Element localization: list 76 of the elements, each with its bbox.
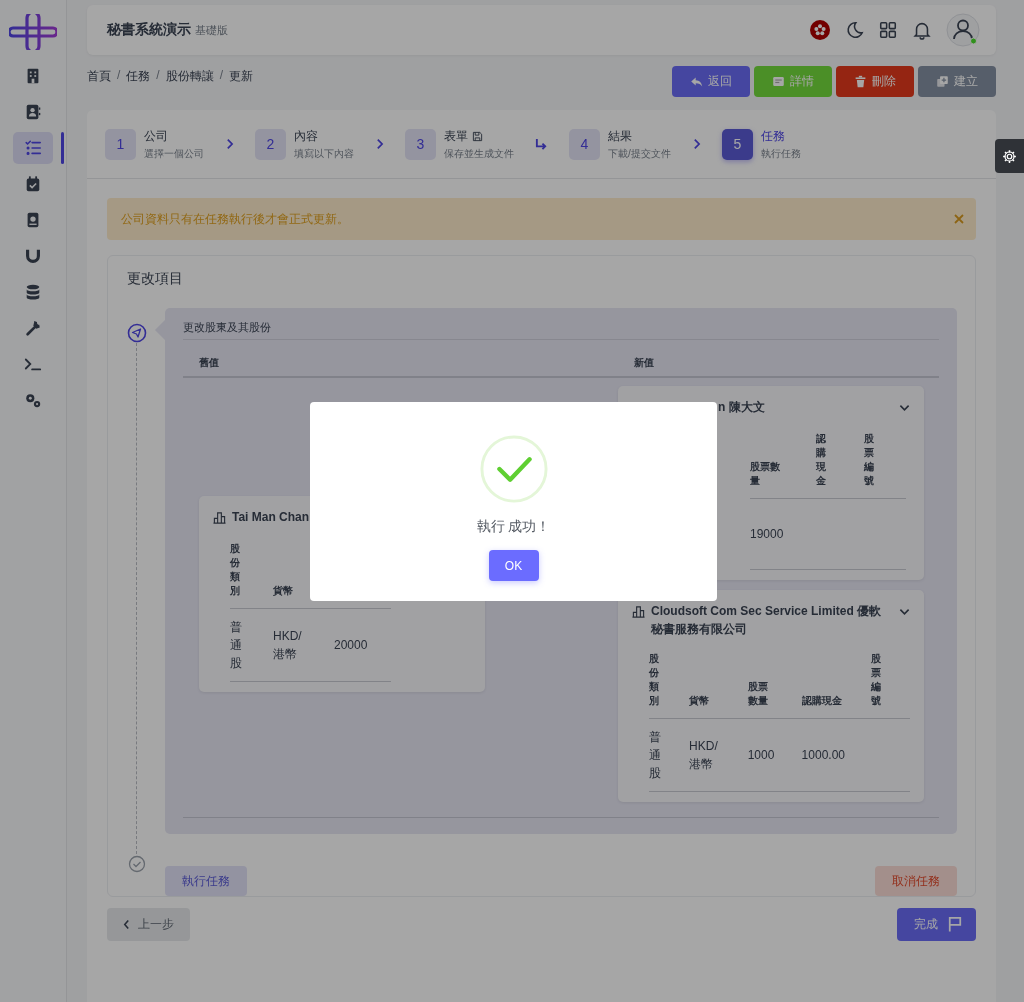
table-cell-text: HKD/港幣 bbox=[273, 628, 303, 663]
wizard-step[interactable]: 2 內容 填寫以下內容 bbox=[255, 127, 354, 161]
card-title: 更改項目 bbox=[126, 270, 184, 288]
alert-message: 公司資料只有在任務執行後才會正式更新。 bbox=[121, 210, 350, 228]
finish-button[interactable]: 完成 bbox=[897, 908, 976, 941]
magnet-icon bbox=[24, 247, 42, 265]
breadcrumb-separator: / bbox=[219, 68, 224, 84]
table-cell-text: 普通股 bbox=[230, 619, 243, 672]
breadcrumb-link[interactable]: 任務 bbox=[126, 68, 151, 85]
table-header: 貨幣 bbox=[689, 694, 711, 708]
wizard-step[interactable]: 5 任務 執行任務 bbox=[721, 127, 801, 161]
change-title: 更改股東及其股份 bbox=[183, 320, 939, 340]
shareholder-name: Cloudsoft Com Sec Service Limited 優軟秘書服務有限公司 bbox=[651, 603, 883, 638]
column-header: 舊值 bbox=[199, 356, 220, 370]
column-header: 新值 bbox=[634, 356, 655, 370]
settings-icon bbox=[1002, 148, 1017, 164]
table-cell-text: HKD/港幣 bbox=[689, 738, 719, 773]
trash-icon bbox=[854, 75, 867, 88]
action-button[interactable]: 建立 bbox=[918, 66, 996, 97]
table-cell-text: 20000 bbox=[334, 637, 369, 654]
shareholder-name: Tai Man Chan bbox=[232, 509, 311, 526]
table-header: 股票編號 bbox=[870, 652, 882, 708]
app-title: 秘書系統演示 bbox=[107, 21, 191, 39]
database-icon bbox=[24, 283, 42, 301]
bar-chart-icon bbox=[632, 605, 645, 618]
logo bbox=[9, 14, 57, 50]
table-header: 認購現金 bbox=[816, 432, 827, 488]
ok-button[interactable]: OK bbox=[488, 550, 539, 581]
action-button[interactable]: 返回 bbox=[672, 66, 750, 97]
execute-task-button[interactable]: 執行任務 bbox=[165, 866, 247, 896]
wizard-step[interactable]: 3 表單 保存並生成文件 bbox=[405, 127, 514, 161]
table-cell-text: 1000 bbox=[747, 747, 776, 764]
copy-plus-icon bbox=[936, 75, 949, 88]
send-icon bbox=[126, 323, 147, 343]
breadcrumb-link[interactable]: 股份轉讓 bbox=[165, 68, 214, 85]
contact-card-icon bbox=[24, 103, 42, 121]
avatar-icon[interactable] bbox=[946, 13, 980, 47]
table-cell-text: 1000.00 bbox=[801, 747, 846, 764]
breadcrumb-separator: / bbox=[156, 68, 160, 84]
table-header: 股份類別 bbox=[649, 652, 660, 708]
edition-label: 基礎版 bbox=[195, 22, 228, 38]
chevron-down-icon[interactable] bbox=[899, 404, 910, 412]
action-button[interactable]: 刪除 bbox=[836, 66, 914, 97]
flag-icon bbox=[948, 916, 962, 933]
bar-chart-icon bbox=[213, 511, 226, 524]
wizard-step[interactable]: 4 結果 下載/提交文件 bbox=[569, 127, 671, 161]
flag-icon[interactable] bbox=[810, 20, 830, 40]
breadcrumb-link[interactable]: 首頁 bbox=[87, 68, 111, 85]
chevron-left-icon bbox=[123, 919, 130, 930]
reply-icon bbox=[690, 75, 703, 88]
cancel-task-button[interactable]: 取消任務 bbox=[875, 866, 957, 896]
gears-icon bbox=[24, 391, 42, 409]
dialog-message: 執行 成功！ bbox=[476, 518, 551, 536]
success-check-icon bbox=[478, 434, 549, 504]
table-header: 股票數量 bbox=[747, 680, 769, 708]
shareholder-name: n 陳大文 bbox=[718, 399, 766, 416]
breadcrumb-separator: / bbox=[117, 68, 121, 84]
wrench-icon bbox=[24, 319, 42, 337]
bell-icon[interactable] bbox=[912, 20, 932, 40]
chevron-down-icon[interactable] bbox=[899, 608, 910, 616]
checklist-icon bbox=[24, 139, 42, 157]
table-header: 股票編號 bbox=[864, 432, 875, 488]
check-circle-icon bbox=[126, 854, 147, 874]
document-icon bbox=[772, 75, 785, 88]
table-header: 認購現金 bbox=[801, 694, 842, 708]
table-cell-text: 普通股 bbox=[649, 729, 662, 782]
table-cell-text: 19000 bbox=[750, 526, 785, 543]
settings-button[interactable] bbox=[995, 139, 1024, 173]
apps-icon[interactable] bbox=[878, 20, 898, 40]
previous-step-button[interactable]: 上一步 bbox=[107, 908, 190, 941]
table-header: 股票數量 bbox=[750, 460, 781, 488]
calendar-check-icon bbox=[24, 175, 42, 193]
table-header: 股份類別 bbox=[230, 542, 241, 598]
table-header: 貨幣 bbox=[273, 584, 294, 598]
active-indicator bbox=[61, 132, 64, 164]
sidebar-item[interactable] bbox=[13, 132, 53, 164]
